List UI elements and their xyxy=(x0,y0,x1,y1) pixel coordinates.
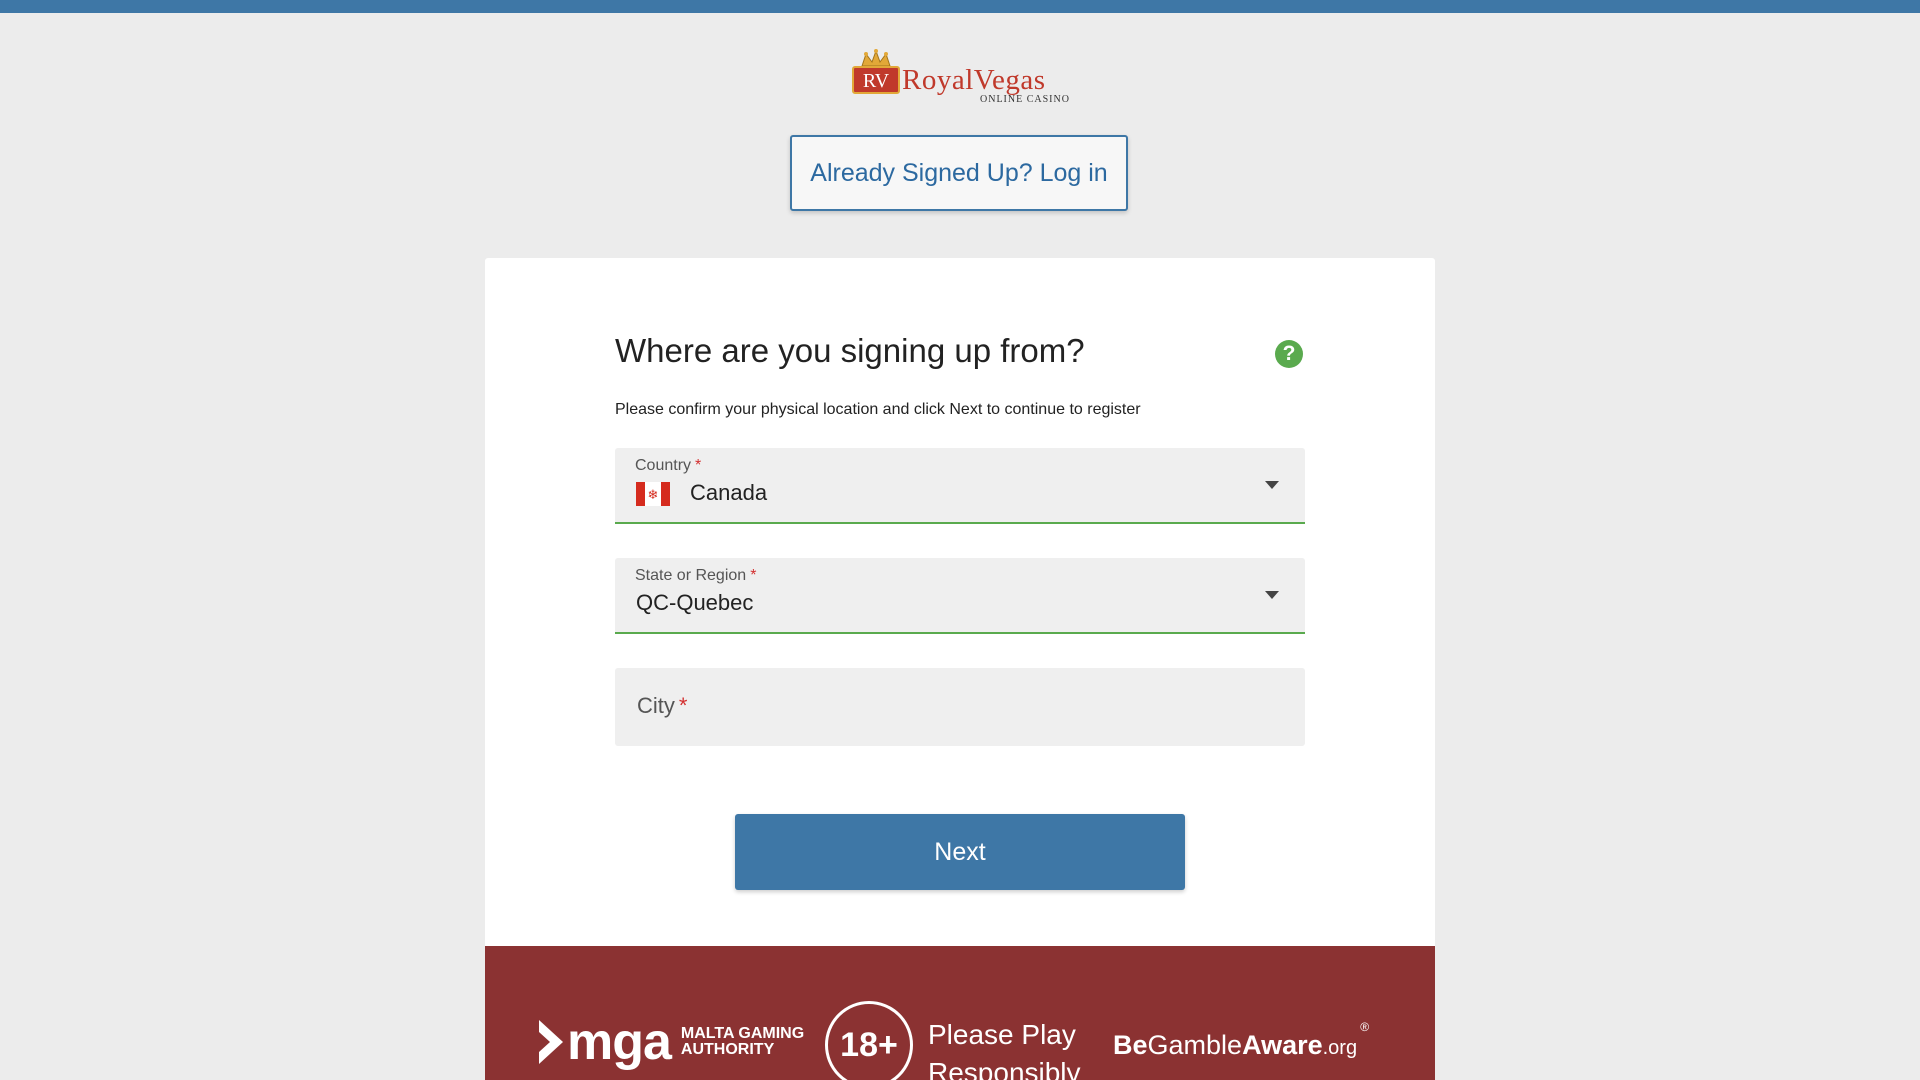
top-accent-bar xyxy=(0,0,1920,13)
country-label: Country * xyxy=(635,457,702,474)
mga-logo[interactable]: mga MALTA GAMING AUTHORITY xyxy=(539,1016,804,1068)
brand-subtitle: ONLINE CASINO xyxy=(980,94,1070,105)
signup-card: Where are you signing up from? ? Please … xyxy=(485,258,1435,1080)
mga-arrow-icon xyxy=(539,1020,563,1064)
mga-wordmark: mga xyxy=(567,1013,672,1071)
login-button[interactable]: Already Signed Up? Log in xyxy=(790,135,1128,211)
age-restriction-badge: 18+ xyxy=(825,1001,913,1080)
canada-flag-icon: ❄ xyxy=(636,482,670,506)
footer-banner: mga MALTA GAMING AUTHORITY 18+ Please Pla… xyxy=(485,946,1435,1080)
crown-shield-icon: RV xyxy=(852,49,900,94)
city-label: City * xyxy=(637,693,688,718)
next-button[interactable]: Next xyxy=(735,814,1185,890)
region-select[interactable]: State or Region * QC-Quebec xyxy=(615,558,1305,634)
royal-vegas-logo[interactable]: RV RoyalVegas ONLINE CASINO xyxy=(850,48,1072,108)
begambleaware-logo[interactable]: BeGambleAware.org ® xyxy=(1113,1020,1369,1061)
svg-text:RV: RV xyxy=(863,70,890,92)
required-mark: * xyxy=(695,457,702,474)
form-subtitle: Please confirm your physical location an… xyxy=(615,401,1141,418)
required-mark: * xyxy=(750,567,757,584)
registered-mark: ® xyxy=(1360,1020,1370,1034)
play-responsibly-text: Please Play Responsibly xyxy=(928,1019,1081,1080)
chevron-down-icon xyxy=(1265,591,1279,599)
region-value: QC-Quebec xyxy=(636,590,754,615)
country-select[interactable]: Country * ❄ Canada xyxy=(615,448,1305,524)
required-mark: * xyxy=(678,693,688,718)
city-input[interactable]: City * xyxy=(615,668,1305,746)
help-icon[interactable]: ? xyxy=(1275,340,1303,368)
brand-name: RoyalVegas xyxy=(902,64,1046,96)
chevron-down-icon xyxy=(1265,481,1279,489)
mga-authority-text: MALTA GAMING AUTHORITY xyxy=(680,1025,805,1058)
region-label: State or Region * xyxy=(635,567,757,584)
country-value: Canada xyxy=(690,480,768,505)
form-title: Where are you signing up from? xyxy=(615,332,1085,369)
